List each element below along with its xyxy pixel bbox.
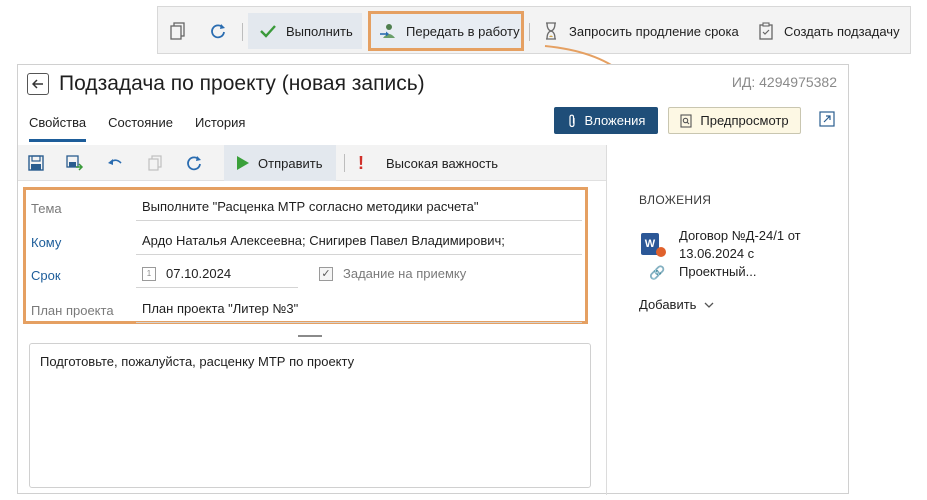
tab-bar: Свойства Состояние История [29,115,267,142]
project-label: План проекта [31,303,114,318]
copy-disabled-button[interactable] [145,153,165,173]
hourglass-icon [541,21,561,41]
task-form: Тема Выполните "Расценка МТР согласно ме… [23,187,588,324]
complete-label: Выполнить [286,23,353,39]
transfer-to-work-button[interactable]: Передать в работу [368,11,524,51]
attachments-button-label: Вложения [584,113,646,128]
preview-icon [680,113,692,128]
save-close-icon [66,155,84,171]
to-row: Кому Ардо Наталья Алексеевна; Снигирев П… [26,227,586,257]
due-label[interactable]: Срок [31,268,61,283]
checkmark-icon [258,21,278,41]
calendar-icon[interactable]: 1 [142,266,156,281]
refresh-icon [187,156,201,171]
link-icon: 🔗 [649,265,666,280]
acceptance-checkbox[interactable]: ✓ Задание на приемку [319,266,466,281]
copy-icon [168,21,188,41]
record-toolbar: Отправить ! Высокая важность [18,145,606,181]
paperclip-icon [568,114,575,127]
subject-field[interactable]: Выполните "Расценка МТР согласно методик… [136,193,582,221]
importance-label: Высокая важность [386,155,499,171]
create-subtask-label: Создать подзадачу [784,23,900,39]
toolbar-separator [344,154,345,172]
resize-handle[interactable] [298,335,322,337]
attachment-name: Договор №Д-24/1 от 13.06.2024 с Проектны… [679,228,801,279]
attachments-panel: ВЛОЖЕНИЯ W 🔗 Договор №Д-24/1 от 13.06.20… [639,193,839,312]
attachment-item[interactable]: W 🔗 Договор №Д-24/1 от 13.06.2024 с Прое… [639,227,839,287]
chevron-down-icon [704,302,714,308]
create-subtask-button[interactable]: Создать подзадачу [756,13,900,49]
request-extension-button[interactable]: Запросить продление срока [541,13,739,49]
signature-badge-icon [656,247,666,257]
project-field[interactable]: План проекта "Литер №3" [136,295,582,323]
attachments-button[interactable]: Вложения [554,107,658,134]
project-row: План проекта План проекта "Литер №3" [26,295,586,325]
subject-row: Тема Выполните "Расценка МТР согласно ме… [26,193,586,223]
due-date-field[interactable]: 1 07.10.2024 [136,260,298,288]
subject-label: Тема [31,201,62,216]
send-label: Отправить [258,155,323,171]
tab-history[interactable]: История [195,115,245,142]
transfer-label: Передать в работу [406,23,520,39]
task-actions-toolbar: Выполнить Передать в работу Запросить пр… [157,6,911,54]
undo-button[interactable] [105,153,125,173]
refresh-button[interactable] [184,153,204,173]
panel-divider [606,145,607,495]
comment-textarea[interactable]: Подготовьте, пожалуйста, расценку МТР по… [29,343,591,488]
add-label: Добавить [639,297,697,312]
acceptance-label: Задание на приемку [343,266,467,281]
copy-button[interactable] [168,13,188,49]
copy-icon [148,155,162,171]
add-attachment-button[interactable]: Добавить [639,297,714,312]
open-in-window-icon[interactable] [819,111,835,130]
due-date-value: 07.10.2024 [166,266,232,281]
arrow-left-icon [32,79,43,89]
high-importance-button[interactable]: ! Высокая важность [358,145,498,181]
save-button[interactable] [26,153,46,173]
preview-button-label: Предпросмотр [700,113,789,128]
refresh-icon [208,21,228,41]
save-icon [28,155,44,171]
tab-state[interactable]: Состояние [108,115,173,142]
transfer-user-icon [378,21,398,41]
undo-icon [108,159,122,165]
to-field[interactable]: Ардо Наталья Алексеевна; Снигирев Павел … [136,227,582,255]
subtask-icon [756,21,776,41]
refresh-button[interactable] [208,13,228,49]
due-row: Срок 1 07.10.2024 ✓ Задание на приемку [26,260,586,290]
exclamation-icon: ! [358,152,364,173]
tab-properties[interactable]: Свойства [29,115,87,142]
checkbox-checked-icon[interactable]: ✓ [319,266,333,281]
request-extension-label: Запросить продление срока [569,23,739,39]
complete-button[interactable]: Выполнить [248,13,362,49]
save-and-close-button[interactable] [65,153,85,173]
play-icon [237,156,249,170]
back-button[interactable] [27,73,49,95]
record-id: ИД: 4294975382 [731,74,837,90]
task-card: Подзадача по проекту (новая запись) ИД: … [17,64,849,495]
toolbar-separator [529,23,530,41]
preview-button[interactable]: Предпросмотр [668,107,801,134]
toolbar-separator [242,23,243,41]
attachments-title: ВЛОЖЕНИЯ [639,193,712,207]
page-title: Подзадача по проекту (новая запись) [59,72,425,95]
send-button[interactable]: Отправить [224,145,336,181]
to-label[interactable]: Кому [31,235,61,250]
